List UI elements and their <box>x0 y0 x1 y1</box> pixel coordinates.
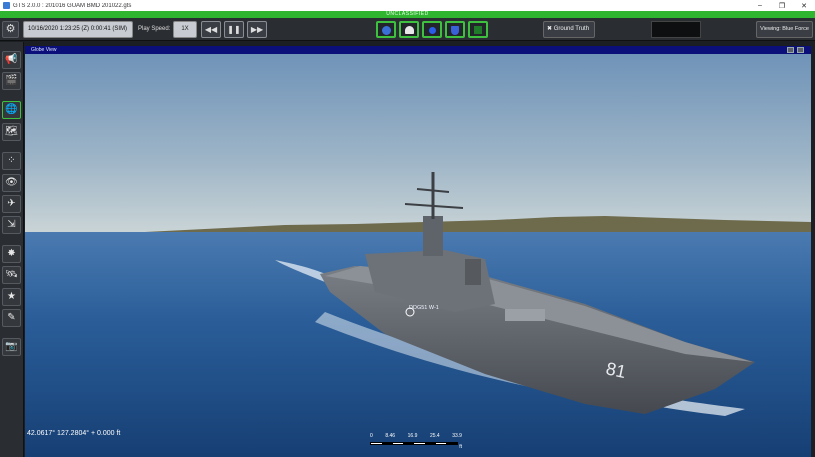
sidebar-scenario-button[interactable]: 🎬 <box>2 72 21 90</box>
satellite-icon: 🛰 <box>5 269 18 280</box>
scale-unit: ft <box>459 444 462 450</box>
ship-stack <box>465 259 481 285</box>
globe-view-window[interactable]: Globe View 81 DDG51 W-1 42.0617° 127.280… <box>25 46 811 457</box>
scale-tick: 0 <box>370 433 373 439</box>
scale-tick: 25.4 <box>429 433 440 439</box>
dome-icon <box>404 26 414 34</box>
ship-helipad <box>505 309 545 321</box>
ground-truth-icon: ✖ <box>547 26 554 32</box>
fast-forward-button[interactable]: ▶▶ <box>247 21 267 38</box>
sidebar-sensor-button[interactable]: ✈ <box>2 195 21 213</box>
viewport-maximize-button[interactable] <box>797 47 804 53</box>
sidebar-camera-button[interactable]: 📷 <box>2 338 21 356</box>
star-icon: ★ <box>7 291 16 302</box>
ship-track-label: DDG51 W-1 <box>409 305 439 311</box>
burst-icon: ✸ <box>7 248 16 259</box>
globe-layer-icon <box>381 26 391 35</box>
sidebar-satellite-button[interactable]: 🛰 <box>2 266 21 284</box>
layer-dome-button[interactable] <box>399 21 419 38</box>
hull-number: 81 <box>604 358 628 382</box>
scale-tick: 16.9 <box>407 433 418 439</box>
pause-button[interactable]: ❚❚ <box>224 21 244 38</box>
track-dot-icon <box>428 27 436 34</box>
cursor-coordinates: 42.0617° 127.2804° + 0.000 ft <box>27 430 121 437</box>
camera-icon: 📷 <box>5 341 18 352</box>
gear-icon: ⚙ <box>5 23 16 35</box>
deploy-icon: ⇲ <box>7 219 16 230</box>
window-titlebar: GTS 2.0.0 : 201016 GUAM BMD 201022.gts –… <box>0 0 815 11</box>
globe-icon: 🌐 <box>5 104 18 115</box>
maximize-button[interactable]: ❐ <box>771 2 793 10</box>
scale-tick: 33.9 <box>452 433 462 439</box>
megaphone-icon: 📢 <box>5 54 18 65</box>
rewind-button[interactable]: ◀◀ <box>201 21 221 38</box>
main-toolbar: ⚙ 10/16/2020 1:23:25 (Z) 0:00:41 (SIM) P… <box>0 18 815 41</box>
sidebar-star-button[interactable]: ★ <box>2 288 21 306</box>
app-icon <box>3 2 10 9</box>
globe-view-title: Globe View <box>31 47 57 53</box>
scale-tick: 8.46 <box>385 433 396 439</box>
sidebar-explosion-button[interactable]: ✸ <box>2 245 21 263</box>
ground-truth-toggle[interactable]: ✖ Ground Truth <box>543 21 595 38</box>
play-speed-select[interactable]: 1X <box>173 21 197 38</box>
minimize-button[interactable]: – <box>749 2 771 9</box>
sim-datetime-field: 10/16/2020 1:23:25 (Z) 0:00:41 (SIM) <box>23 21 133 38</box>
status-display <box>651 21 701 38</box>
rewind-icon: ◀◀ <box>204 25 218 34</box>
scale-bar: 0 8.46 16.9 25.4 33.9 ft <box>370 433 462 451</box>
sidebar-map-button[interactable]: 🗺 <box>2 123 21 141</box>
shield-icon <box>451 26 459 35</box>
layer-globe-button[interactable] <box>376 21 396 38</box>
3d-scene[interactable]: 81 <box>25 54 811 457</box>
viewport-restore-button[interactable] <box>787 47 794 53</box>
pause-icon: ❚❚ <box>227 25 241 34</box>
pen-icon: ✎ <box>7 312 16 323</box>
fast-forward-icon: ▶▶ <box>250 25 264 34</box>
sidebar-deploy-button[interactable]: ⇲ <box>2 216 21 234</box>
map-icon: 🗺 <box>5 126 18 137</box>
sidebar-view-button[interactable]: 👁 <box>2 174 21 192</box>
sidebar-megaphone-button[interactable]: 📢 <box>2 51 21 69</box>
sidebar-globe-button[interactable]: 🌐 <box>2 101 21 119</box>
window-title: GTS 2.0.0 : 201016 GUAM BMD 201022.gts <box>13 2 132 9</box>
globe-view-titlebar: Globe View <box>25 46 811 54</box>
ship-tower <box>423 216 443 256</box>
sidebar-pen-button[interactable]: ✎ <box>2 309 21 327</box>
clapperboard-icon: 🎬 <box>5 75 18 86</box>
sensor-icon: ✈ <box>7 198 16 209</box>
close-button[interactable]: ✕ <box>793 2 815 10</box>
ground-truth-label: Ground Truth <box>553 26 590 32</box>
eye-icon: 👁 <box>5 177 18 188</box>
layer-area-button[interactable] <box>468 21 488 38</box>
left-tool-sidebar: 📢 🎬 🌐 🗺 ⁘ 👁 ✈ ⇲ ✸ 🛰 ★ ✎ 📷 <box>0 42 24 457</box>
scale-bar-segments <box>370 442 458 445</box>
layer-shield-button[interactable] <box>445 21 465 38</box>
units-icon: ⁘ <box>7 155 16 166</box>
play-speed-label: Play Speed: <box>138 26 171 32</box>
layer-track-button[interactable] <box>422 21 442 38</box>
sidebar-units-button[interactable]: ⁘ <box>2 152 21 170</box>
settings-button[interactable]: ⚙ <box>2 21 19 38</box>
viewing-force-select[interactable]: Viewing: Blue Force <box>756 21 813 38</box>
classification-banner: UNCLASSIFIED <box>0 11 815 18</box>
area-square-icon <box>474 26 482 34</box>
